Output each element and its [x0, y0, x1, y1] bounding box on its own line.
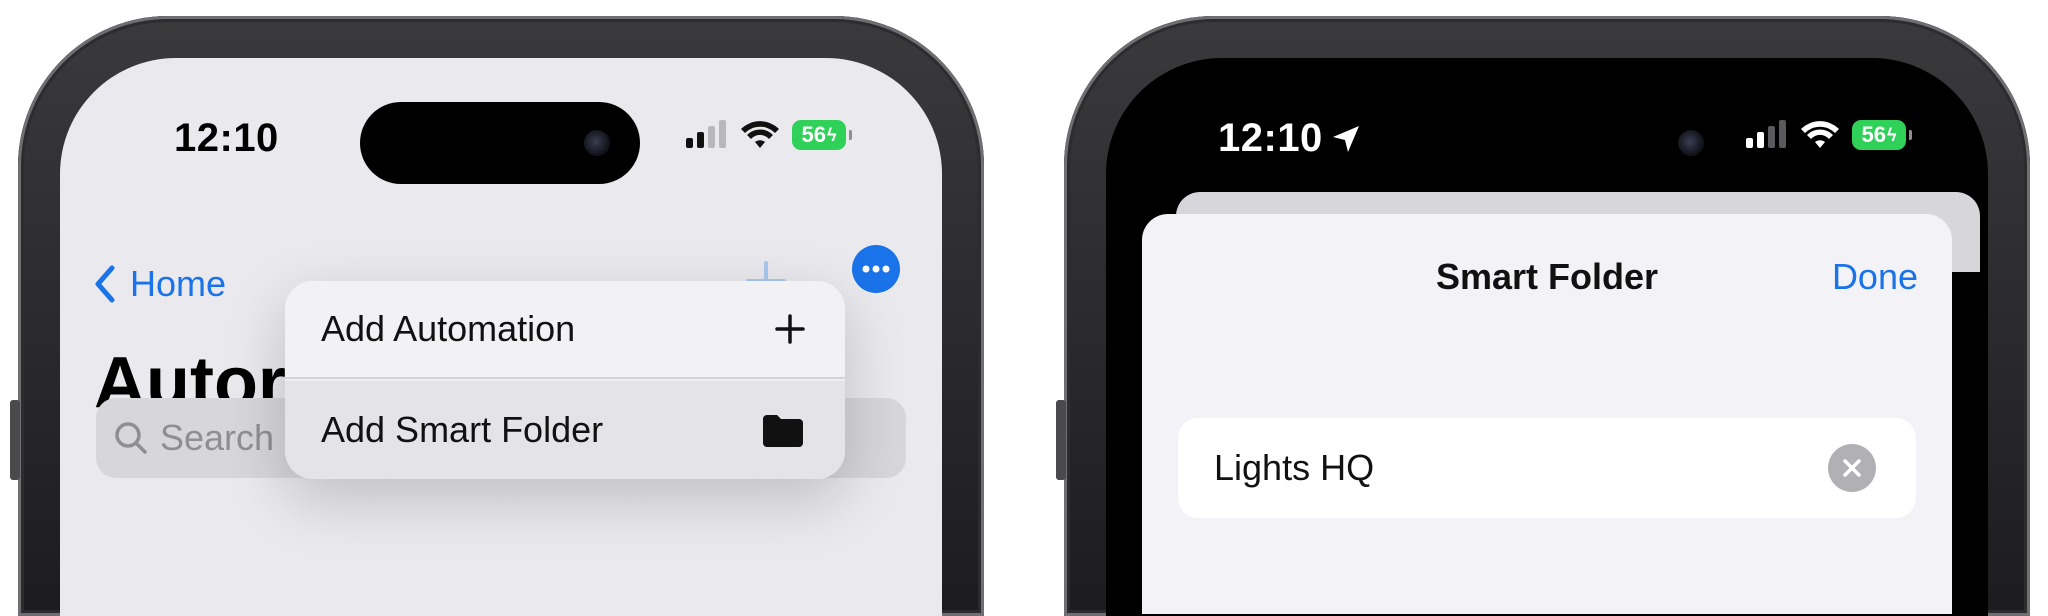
plus-icon — [775, 314, 805, 344]
battery-level: 56 — [801, 122, 826, 147]
search-placeholder: Search — [160, 417, 275, 458]
context-menu: Add Automation Add Smart Folder — [285, 281, 845, 479]
camera-icon — [584, 130, 610, 156]
cellular-signal-icon — [686, 120, 726, 148]
close-icon — [1843, 459, 1861, 477]
ellipsis-icon — [862, 265, 890, 273]
chevron-left-icon — [95, 265, 115, 303]
search-icon — [115, 422, 147, 454]
left-phone-frame: 12:10 56 ϟ Home Autor Search Add Automat… — [10, 16, 984, 616]
sheet-title: Smart Folder — [1435, 256, 1659, 297]
done-button[interactable]: Done — [1832, 256, 1918, 298]
dynamic-island — [360, 102, 640, 184]
battery-icon: 56 ϟ — [1852, 120, 1912, 150]
folder-icon — [763, 415, 803, 447]
status-time: 12:10 — [174, 116, 279, 160]
status-icons: 56 ϟ — [686, 120, 852, 150]
status-icons: 56 ϟ — [1746, 120, 1912, 150]
charging-bolt-icon: ϟ — [1886, 124, 1897, 145]
back-button[interactable]: Home — [94, 263, 226, 305]
side-button — [10, 400, 20, 480]
status-time: 12:10 — [1218, 116, 1323, 160]
right-phone-frame: 12:10 56 ϟ Smart Folder Done Lights HQ — [1056, 16, 2030, 616]
smart-folder-sheet: Smart Folder Done Lights HQ — [1142, 214, 1952, 614]
wifi-icon — [1801, 121, 1839, 148]
clear-text-button[interactable] — [1828, 444, 1876, 492]
battery-icon: 56 ϟ — [792, 120, 852, 150]
wifi-icon — [741, 121, 779, 148]
menu-item-add-smart-folder[interactable]: Add Smart Folder — [285, 381, 845, 479]
right-phone-screen: 12:10 56 ϟ Smart Folder Done Lights HQ — [1106, 58, 1988, 616]
menu-item-add-automation[interactable]: Add Automation — [285, 281, 845, 379]
menu-item-label: Add Smart Folder — [321, 409, 604, 450]
dynamic-island — [1454, 102, 1734, 184]
folder-name-field[interactable]: Lights HQ — [1178, 418, 1916, 518]
battery-level: 56 — [1861, 122, 1886, 147]
folder-name-value: Lights HQ — [1214, 447, 1375, 488]
back-label: Home — [130, 263, 227, 304]
more-options-button[interactable] — [852, 245, 900, 293]
left-phone-screen: 12:10 56 ϟ Home Autor Search Add Automat… — [60, 58, 942, 616]
side-button — [1056, 400, 1066, 480]
menu-item-label: Add Automation — [321, 308, 576, 349]
cellular-signal-icon — [1746, 120, 1786, 148]
charging-bolt-icon: ϟ — [826, 124, 837, 145]
status-time-row: 12:10 — [1218, 116, 1361, 161]
location-arrow-icon — [1332, 125, 1359, 152]
camera-icon — [1678, 130, 1704, 156]
